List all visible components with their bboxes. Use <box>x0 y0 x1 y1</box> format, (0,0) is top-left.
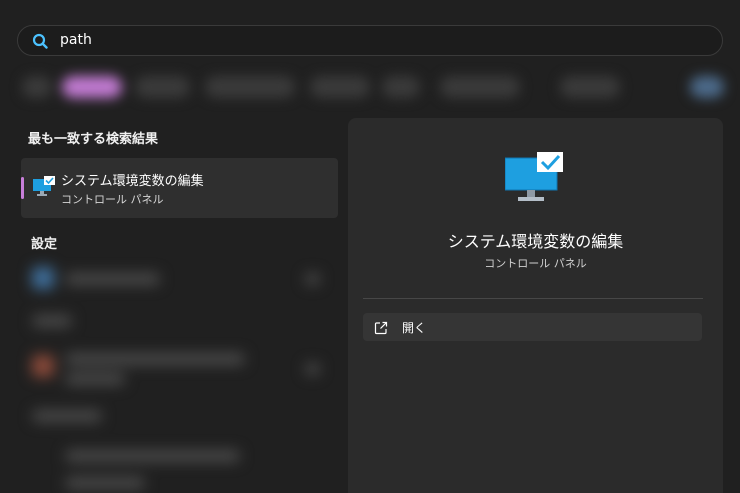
divider <box>363 298 703 299</box>
filter-chip[interactable] <box>22 76 52 98</box>
open-external-icon <box>374 320 388 335</box>
monitor-check-icon <box>504 152 565 204</box>
search-input[interactable]: path <box>60 32 92 48</box>
filter-chip[interactable] <box>560 76 620 98</box>
result-title: システム環境変数の編集 <box>61 174 204 189</box>
filter-chip-active[interactable] <box>62 76 122 98</box>
best-match-result[interactable]: システム環境変数の編集 コントロール パネル <box>21 158 338 218</box>
best-match-heading: 最も一致する検索結果 <box>28 132 159 147</box>
avatar[interactable] <box>690 76 724 98</box>
settings-heading: 設定 <box>31 237 58 252</box>
search-bar[interactable]: path <box>17 25 723 56</box>
result-subtitle: コントロール パネル <box>61 193 164 206</box>
filter-chip[interactable] <box>382 76 420 98</box>
search-icon <box>32 33 48 49</box>
open-label: 開く <box>402 321 427 335</box>
settings-results-blurred <box>20 255 340 493</box>
detail-panel: システム環境変数の編集 コントロール パネル 開く <box>348 118 723 493</box>
filter-chip[interactable] <box>440 76 520 98</box>
filter-chip[interactable] <box>135 76 190 98</box>
open-button[interactable]: 開く <box>363 313 702 341</box>
filter-tabs <box>0 66 740 106</box>
filter-chip[interactable] <box>310 76 370 98</box>
filter-chip[interactable] <box>205 76 295 98</box>
detail-subtitle: コントロール パネル <box>484 257 587 270</box>
monitor-check-icon <box>32 176 56 198</box>
selection-indicator <box>21 177 24 199</box>
detail-title: システム環境変数の編集 <box>447 232 624 251</box>
